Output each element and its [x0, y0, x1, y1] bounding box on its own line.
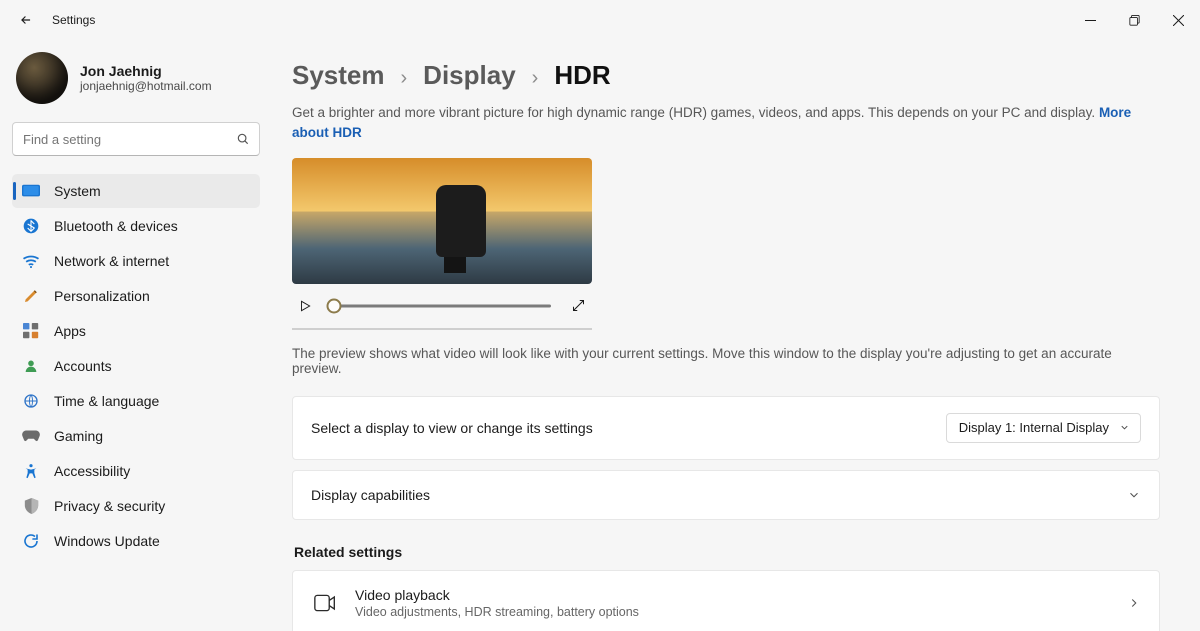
chevron-right-icon: ›	[532, 67, 539, 90]
breadcrumb-display[interactable]: Display	[423, 60, 516, 91]
arrow-left-icon	[19, 13, 33, 27]
avatar	[16, 52, 68, 104]
search-icon	[236, 132, 250, 146]
breadcrumb-hdr: HDR	[554, 60, 610, 91]
sidebar-item-network[interactable]: Network & internet	[12, 244, 260, 278]
accounts-icon	[22, 358, 40, 374]
sidebar-item-label: Personalization	[54, 288, 150, 304]
user-name: Jon Jaehnig	[80, 63, 212, 79]
sidebar-item-label: System	[54, 183, 101, 199]
accessibility-icon	[22, 463, 40, 479]
sidebar-item-gaming[interactable]: Gaming	[12, 419, 260, 453]
network-icon	[22, 254, 40, 268]
breadcrumb: System › Display › HDR	[292, 60, 1160, 91]
sidebar-item-label: Apps	[54, 323, 86, 339]
sidebar-item-system[interactable]: System	[12, 174, 260, 208]
sidebar-item-label: Time & language	[54, 393, 159, 409]
maximize-icon	[1129, 15, 1140, 26]
progress-track	[332, 304, 551, 307]
user-email: jonjaehnig@hotmail.com	[80, 79, 212, 93]
sidebar-item-accessibility[interactable]: Accessibility	[12, 454, 260, 488]
video-playback-title: Video playback	[355, 587, 639, 603]
title-bar: Settings	[0, 0, 1200, 40]
search-input[interactable]	[12, 122, 260, 156]
display-capabilities-card[interactable]: Display capabilities	[292, 470, 1160, 520]
system-icon	[22, 184, 40, 198]
gaming-icon	[22, 430, 40, 442]
chevron-down-icon	[1119, 422, 1130, 433]
personalization-icon	[22, 288, 40, 304]
sidebar-item-label: Network & internet	[54, 253, 169, 269]
chevron-right-icon: ›	[401, 67, 408, 90]
back-button[interactable]	[12, 6, 40, 34]
maximize-button[interactable]	[1112, 4, 1156, 36]
minimize-button[interactable]	[1068, 4, 1112, 36]
close-button[interactable]	[1156, 4, 1200, 36]
user-account-block[interactable]: Jon Jaehnig jonjaehnig@hotmail.com	[12, 48, 260, 122]
update-icon	[22, 533, 40, 549]
preview-thumbnail	[292, 158, 592, 284]
expand-icon	[571, 298, 586, 313]
sidebar-item-label: Accounts	[54, 358, 112, 374]
video-playback-icon	[311, 594, 339, 612]
select-display-label: Select a display to view or change its s…	[311, 420, 593, 436]
app-title: Settings	[52, 13, 95, 27]
close-icon	[1173, 15, 1184, 26]
play-icon	[298, 299, 312, 313]
page-description: Get a brighter and more vibrant picture …	[292, 103, 1160, 144]
sidebar: Jon Jaehnig jonjaehnig@hotmail.com Syste…	[0, 40, 270, 631]
minimize-icon	[1085, 15, 1096, 26]
display-dropdown-value: Display 1: Internal Display	[959, 420, 1109, 435]
description-text: Get a brighter and more vibrant picture …	[292, 105, 1095, 120]
sidebar-item-accounts[interactable]: Accounts	[12, 349, 260, 383]
display-dropdown[interactable]: Display 1: Internal Display	[946, 413, 1141, 443]
apps-icon	[22, 323, 40, 339]
sidebar-item-personalization[interactable]: Personalization	[12, 279, 260, 313]
time-language-icon	[22, 393, 40, 409]
sidebar-item-label: Gaming	[54, 428, 103, 444]
sidebar-item-time-language[interactable]: Time & language	[12, 384, 260, 418]
chevron-down-icon	[1127, 488, 1141, 502]
progress-thumb	[327, 298, 342, 313]
video-controls	[292, 284, 592, 330]
hdr-preview	[292, 158, 592, 330]
sidebar-item-label: Windows Update	[54, 533, 160, 549]
play-button[interactable]	[298, 299, 312, 313]
chevron-right-icon	[1127, 596, 1141, 610]
video-playback-card[interactable]: Video playback Video adjustments, HDR st…	[292, 570, 1160, 631]
select-display-card: Select a display to view or change its s…	[292, 396, 1160, 460]
bluetooth-icon	[22, 218, 40, 234]
video-playback-subtitle: Video adjustments, HDR streaming, batter…	[355, 605, 639, 619]
privacy-icon	[22, 498, 40, 514]
main-content: System › Display › HDR Get a brighter an…	[270, 40, 1200, 631]
preview-note: The preview shows what video will look l…	[292, 346, 1160, 376]
sidebar-item-label: Privacy & security	[54, 498, 165, 514]
display-capabilities-label: Display capabilities	[311, 487, 430, 503]
sidebar-item-label: Accessibility	[54, 463, 130, 479]
sidebar-item-bluetooth[interactable]: Bluetooth & devices	[12, 209, 260, 243]
sidebar-nav: System Bluetooth & devices Network & int…	[12, 174, 260, 558]
progress-slider[interactable]	[332, 300, 551, 312]
sidebar-item-windows-update[interactable]: Windows Update	[12, 524, 260, 558]
sidebar-item-apps[interactable]: Apps	[12, 314, 260, 348]
breadcrumb-system[interactable]: System	[292, 60, 385, 91]
related-settings-heading: Related settings	[294, 544, 1160, 560]
sidebar-item-label: Bluetooth & devices	[54, 218, 178, 234]
fullscreen-button[interactable]	[571, 298, 586, 313]
sidebar-item-privacy[interactable]: Privacy & security	[12, 489, 260, 523]
search-wrap	[12, 122, 260, 156]
